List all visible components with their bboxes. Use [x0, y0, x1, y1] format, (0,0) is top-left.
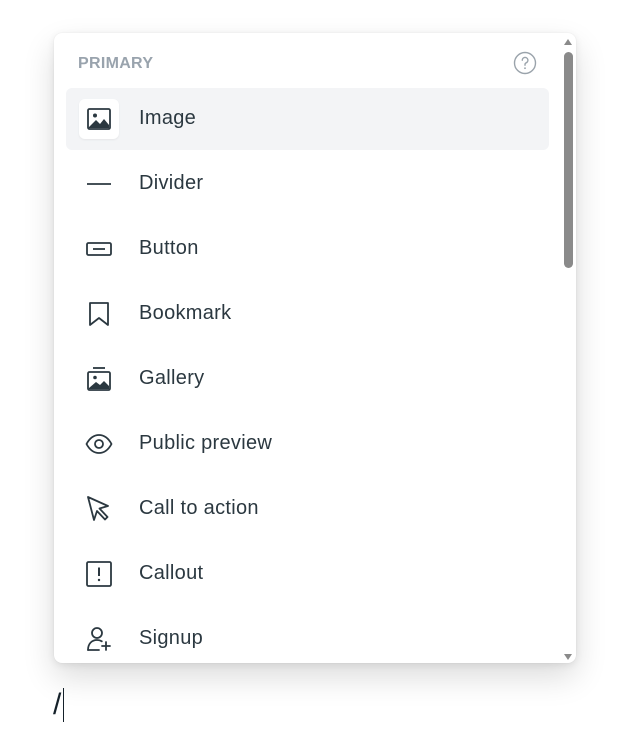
- question-circle-icon[interactable]: [513, 51, 537, 75]
- divider-icon: [79, 164, 119, 204]
- scroll-down-arrow-icon[interactable]: [563, 652, 573, 662]
- menu-item-label: Button: [139, 237, 199, 259]
- menu-item-button[interactable]: Button: [66, 218, 549, 280]
- editor-text: /: [53, 688, 62, 721]
- section-title: PRIMARY: [78, 55, 154, 72]
- editor-input[interactable]: /: [53, 687, 65, 723]
- menu-item-public-preview[interactable]: Public preview: [66, 413, 549, 475]
- menu-item-bookmark[interactable]: Bookmark: [66, 283, 549, 345]
- image-icon: [79, 99, 119, 139]
- menu-item-label: Public preview: [139, 432, 273, 454]
- gallery-icon: [79, 359, 119, 399]
- cursor-arrow-icon: [79, 489, 119, 529]
- menu-item-divider[interactable]: Divider: [66, 153, 549, 215]
- text-caret: [63, 688, 65, 722]
- menu-items: Image Divider Button Bookmark Gallery Pu…: [66, 88, 549, 663]
- scroll-up-arrow-icon[interactable]: [563, 37, 573, 47]
- menu-item-label: Gallery: [139, 367, 205, 389]
- insert-card-menu: PRIMARY Image Divider Button Bookmark Ga…: [54, 33, 576, 663]
- button-icon: [79, 229, 119, 269]
- menu-item-label: Callout: [139, 562, 204, 584]
- scrollbar-thumb[interactable]: [564, 52, 573, 268]
- exclamation-box-icon: [79, 554, 119, 594]
- menu-item-gallery[interactable]: Gallery: [66, 348, 549, 410]
- menu-item-callout[interactable]: Callout: [66, 543, 549, 605]
- menu-item-label: Image: [139, 107, 197, 129]
- menu-item-image[interactable]: Image: [66, 88, 549, 150]
- user-add-icon: [79, 619, 119, 659]
- menu-item-label: Divider: [139, 172, 204, 194]
- bookmark-icon: [79, 294, 119, 334]
- menu-item-label: Bookmark: [139, 302, 232, 324]
- menu-item-label: Signup: [139, 627, 204, 649]
- eye-icon: [79, 424, 119, 464]
- menu-item-signup[interactable]: Signup: [66, 608, 549, 663]
- menu-item-call-to-action[interactable]: Call to action: [66, 478, 549, 540]
- menu-item-label: Call to action: [139, 497, 259, 519]
- section-header: PRIMARY: [78, 51, 537, 77]
